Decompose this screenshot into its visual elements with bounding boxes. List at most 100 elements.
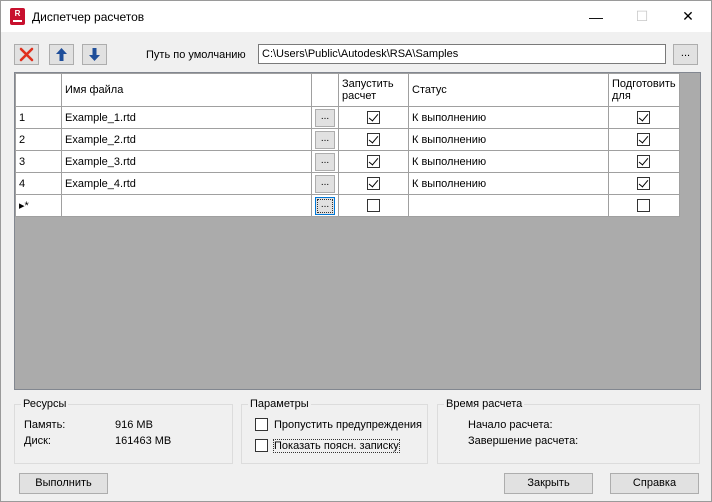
prepare-cell xyxy=(608,128,680,151)
status-cell xyxy=(408,194,609,217)
move-down-button[interactable] xyxy=(82,44,107,65)
app-icon-letter: R xyxy=(14,9,21,18)
prepare-checkbox[interactable] xyxy=(637,133,651,146)
run-cell xyxy=(338,150,409,173)
column-header-prepare[interactable]: Подготовить для xyxy=(608,73,680,107)
column-header-status[interactable]: Статус xyxy=(408,73,609,107)
help-button[interactable]: Справка xyxy=(610,473,699,494)
prepare-checkbox[interactable] xyxy=(637,155,651,168)
file-name-cell[interactable]: Example_3.rtd xyxy=(61,150,312,173)
new-row[interactable]: ▸* ... xyxy=(15,194,680,217)
window-title: Диспетчер расчетов xyxy=(32,10,145,24)
close-icon xyxy=(19,47,34,62)
run-button[interactable]: Выполнить xyxy=(19,473,108,494)
show-note-option[interactable]: Показать поясн. записку xyxy=(255,438,400,453)
file-browse-button[interactable]: ... xyxy=(315,130,335,149)
memory-value: 916 MB xyxy=(115,419,153,431)
run-checkbox[interactable] xyxy=(367,199,380,212)
run-cell xyxy=(338,194,409,217)
minimize-button[interactable]: — xyxy=(573,1,619,32)
skip-warnings-label: Пропустить предупреждения xyxy=(274,418,422,431)
show-note-checkbox[interactable] xyxy=(255,439,268,452)
window-close-button[interactable]: ✕ xyxy=(665,1,711,32)
file-name-cell[interactable]: Example_2.rtd xyxy=(61,128,312,151)
files-grid: Имя файла Запустить расчет Статус Подгот… xyxy=(14,72,701,390)
browse-cell: ... xyxy=(311,106,339,129)
browse-cell: ... xyxy=(311,150,339,173)
prepare-checkbox[interactable] xyxy=(637,199,651,212)
row-header-corner xyxy=(15,73,62,107)
run-cell xyxy=(338,128,409,151)
row-number[interactable]: 3 xyxy=(15,150,62,173)
params-title: Параметры xyxy=(248,398,311,410)
column-header-file[interactable]: Имя файла xyxy=(61,73,312,107)
file-name-cell[interactable] xyxy=(61,194,312,217)
timing-title: Время расчета xyxy=(444,398,525,410)
maximize-button[interactable]: ☐ xyxy=(619,1,665,32)
disk-value: 161463 MB xyxy=(115,435,172,447)
prepare-checkbox[interactable] xyxy=(637,177,651,190)
disk-label: Диск: xyxy=(24,435,51,447)
close-button[interactable]: Закрыть xyxy=(504,473,593,494)
prepare-cell xyxy=(608,172,680,195)
table-row[interactable]: 2 Example_2.rtd ... К выполнению xyxy=(15,128,680,151)
prepare-cell xyxy=(608,194,680,217)
status-cell: К выполнению xyxy=(408,106,609,129)
memory-label: Память: xyxy=(24,419,66,431)
file-browse-button[interactable]: ... xyxy=(315,108,335,127)
status-cell: К выполнению xyxy=(408,172,609,195)
row-number[interactable]: 4 xyxy=(15,172,62,195)
files-table: Имя файла Запустить расчет Статус Подгот… xyxy=(15,73,680,217)
file-name-cell[interactable]: Example_1.rtd xyxy=(61,106,312,129)
browse-cell: ... xyxy=(311,128,339,151)
prepare-checkbox[interactable] xyxy=(637,111,651,124)
run-cell xyxy=(338,172,409,195)
prepare-cell xyxy=(608,150,680,173)
calc-manager-window: R Диспетчер расчетов — ☐ ✕ Путь по умолч… xyxy=(0,0,712,502)
prepare-cell xyxy=(608,106,680,129)
grid-header-row: Имя файла Запустить расчет Статус Подгот… xyxy=(15,73,680,107)
timing-group: Время расчета Начало расчета: Завершение… xyxy=(437,398,700,464)
skip-warnings-checkbox[interactable] xyxy=(255,418,268,431)
table-row[interactable]: 4 Example_4.rtd ... К выполнению xyxy=(15,172,680,195)
column-header-browse xyxy=(311,73,339,107)
params-group: Параметры Пропустить предупреждения Пока… xyxy=(241,398,428,464)
arrow-up-icon xyxy=(56,48,67,61)
resources-title: Ресурсы xyxy=(21,398,69,410)
row-number[interactable]: 1 xyxy=(15,106,62,129)
arrow-down-icon xyxy=(89,48,100,61)
file-name-cell[interactable]: Example_4.rtd xyxy=(61,172,312,195)
browse-cell: ... xyxy=(311,172,339,195)
run-checkbox[interactable] xyxy=(367,111,380,124)
app-icon: R xyxy=(10,8,25,25)
column-header-run[interactable]: Запустить расчет xyxy=(338,73,409,107)
default-path-label: Путь по умолчанию xyxy=(146,49,246,61)
run-checkbox[interactable] xyxy=(367,177,380,190)
status-cell: К выполнению xyxy=(408,128,609,151)
column-header-run-line1: Запустить xyxy=(342,78,394,90)
run-checkbox[interactable] xyxy=(367,133,380,146)
column-header-prepare-line1: Подготовить xyxy=(612,78,676,90)
column-header-run-line2: расчет xyxy=(342,90,377,102)
browse-cell: ... xyxy=(311,194,339,217)
row-number[interactable]: 2 xyxy=(15,128,62,151)
file-browse-button[interactable]: ... xyxy=(315,174,335,193)
skip-warnings-option[interactable]: Пропустить предупреждения xyxy=(255,418,422,431)
delete-row-button[interactable] xyxy=(14,44,39,65)
table-row[interactable]: 1 Example_1.rtd ... К выполнению xyxy=(15,106,680,129)
new-row-marker[interactable]: ▸* xyxy=(15,194,62,217)
status-cell: К выполнению xyxy=(408,150,609,173)
move-up-button[interactable] xyxy=(49,44,74,65)
column-header-prepare-line2: для xyxy=(612,90,631,102)
file-browse-button[interactable]: ... xyxy=(315,152,335,171)
run-cell xyxy=(338,106,409,129)
title-bar: R Диспетчер расчетов — ☐ ✕ xyxy=(1,1,711,32)
default-path-input[interactable]: C:\Users\Public\Autodesk\RSA\Samples xyxy=(258,44,666,64)
resources-group: Ресурсы Память: 916 MB Диск: 161463 MB xyxy=(14,398,233,464)
path-browse-button[interactable]: ... xyxy=(673,44,698,65)
end-time-label: Завершение расчета: xyxy=(468,435,579,447)
file-browse-button[interactable]: ... xyxy=(315,196,335,215)
table-row[interactable]: 3 Example_3.rtd ... К выполнению xyxy=(15,150,680,173)
run-checkbox[interactable] xyxy=(367,155,380,168)
show-note-label: Показать поясн. записку xyxy=(273,438,400,453)
